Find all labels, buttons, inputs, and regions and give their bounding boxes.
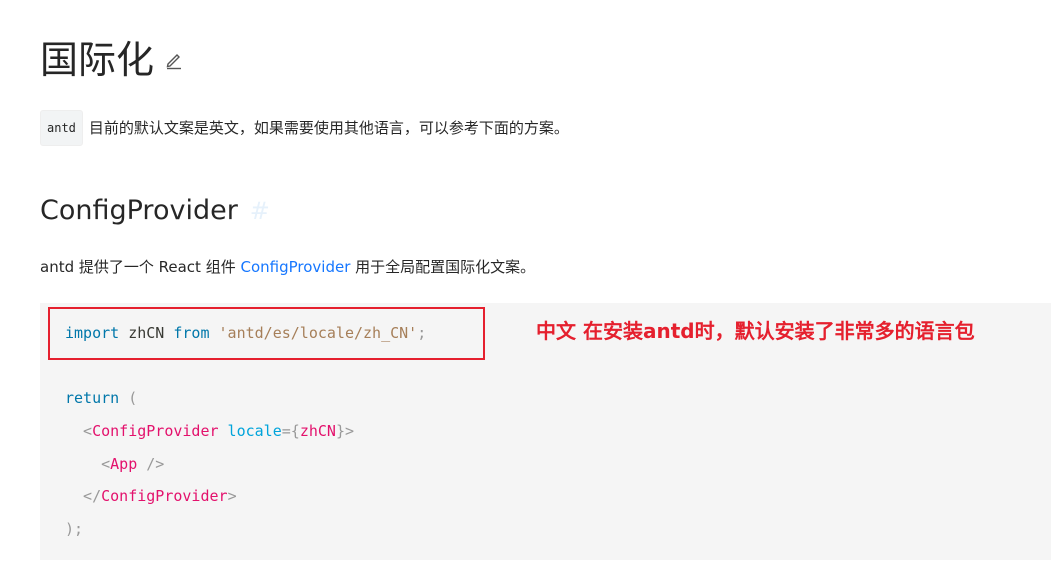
code-token: (: [119, 389, 138, 407]
code-token: App: [110, 455, 138, 473]
code-token: </: [65, 487, 102, 505]
desc-prefix: antd 提供了一个 React 组件: [40, 258, 241, 276]
section-title: ConfigProvider #: [40, 190, 270, 232]
page-title-text: 国际化: [40, 38, 155, 82]
code-line-end: );: [65, 519, 83, 539]
anchor-link[interactable]: #: [250, 190, 270, 232]
section-description: antd 提供了一个 React 组件 ConfigProvider 用于全局配…: [40, 252, 535, 282]
page-title: 国际化: [40, 34, 184, 86]
desc-suffix: 用于全局配置国际化文案。: [350, 258, 536, 276]
code-token: ={: [281, 422, 300, 440]
inline-code-antd: antd: [40, 110, 83, 146]
code-token: ConfigProvider: [101, 487, 228, 505]
code-line-app: <App />: [65, 454, 164, 474]
code-token: }>: [335, 422, 354, 440]
code-token: return: [65, 389, 120, 407]
code-token: locale: [218, 422, 282, 440]
code-line-return: return (: [65, 388, 137, 408]
code-token: <: [65, 455, 111, 473]
highlight-box: [48, 307, 485, 360]
code-token: />: [137, 455, 165, 473]
code-token: zhCN: [299, 422, 336, 440]
code-line-config-open: <ConfigProvider locale={zhCN}>: [65, 421, 354, 441]
intro-paragraph: antd 目前的默认文案是英文，如果需要使用其他语言，可以参考下面的方案。: [40, 110, 569, 146]
edit-icon[interactable]: [164, 50, 184, 70]
code-token: >: [227, 487, 237, 505]
code-token: ConfigProvider: [92, 422, 219, 440]
code-line-config-close: </ConfigProvider>: [65, 486, 237, 506]
section-title-text: ConfigProvider: [40, 195, 238, 226]
code-token: <: [65, 422, 93, 440]
annotation-text: 中文 在安装antd时，默认安装了非常多的语言包: [536, 319, 975, 343]
config-provider-link[interactable]: ConfigProvider: [240, 258, 350, 276]
intro-text: 目前的默认文案是英文，如果需要使用其他语言，可以参考下面的方案。: [88, 119, 569, 137]
code-token: );: [65, 520, 84, 538]
